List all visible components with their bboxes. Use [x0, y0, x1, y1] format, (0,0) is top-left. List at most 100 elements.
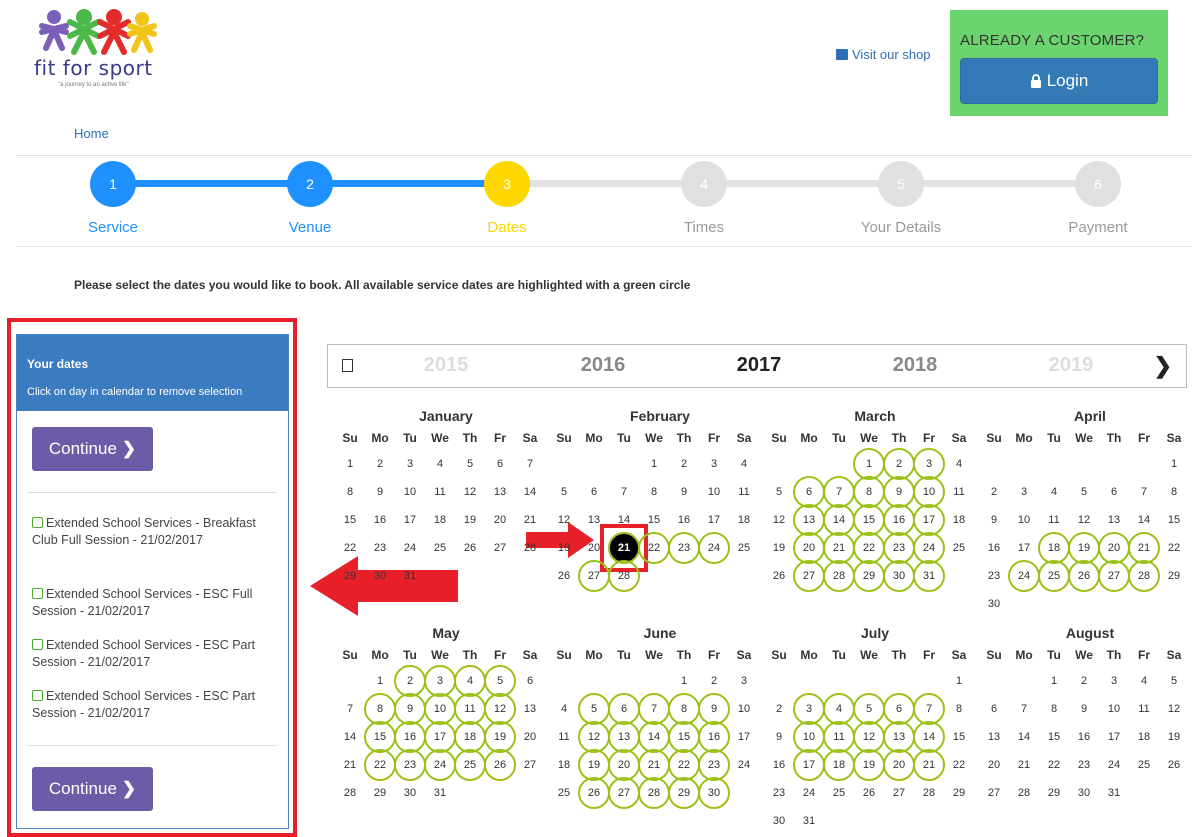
calendar-day[interactable]: 25	[1039, 562, 1069, 590]
calendar-day[interactable]: 22	[669, 751, 699, 779]
calendar-day[interactable]: 3	[914, 450, 944, 478]
calendar-day[interactable]: 28	[824, 562, 854, 590]
calendar-day[interactable]: 17	[794, 751, 824, 779]
calendar-day[interactable]: 30	[884, 562, 914, 590]
calendar-day[interactable]: 13	[794, 506, 824, 534]
calendar-day[interactable]: 18	[1039, 534, 1069, 562]
calendar-day[interactable]: 17	[425, 723, 455, 751]
calendar-day[interactable]: 21	[824, 534, 854, 562]
calendar-day[interactable]: 7	[824, 478, 854, 506]
step-1-circle[interactable]: 1	[90, 161, 136, 207]
calendar-day[interactable]: 9	[699, 695, 729, 723]
calendar-day[interactable]: 23	[884, 534, 914, 562]
calendar-day[interactable]: 22	[365, 751, 395, 779]
calendar-day[interactable]: 26	[1069, 562, 1099, 590]
calendar-day[interactable]: 14	[824, 506, 854, 534]
calendar-day[interactable]: 19	[1069, 534, 1099, 562]
chevron-right-icon[interactable]: ❯	[1154, 353, 1172, 379]
year-2015[interactable]: 2015	[406, 354, 486, 377]
calendar-day[interactable]: 6	[794, 478, 824, 506]
calendar-day[interactable]: 26	[579, 779, 609, 807]
year-2017[interactable]: 2017	[719, 354, 799, 377]
calendar-day[interactable]: 31	[914, 562, 944, 590]
calendar-day[interactable]: 14	[914, 723, 944, 751]
calendar-day[interactable]: 24	[699, 534, 729, 562]
calendar-day[interactable]: 9	[884, 478, 914, 506]
calendar-day[interactable]: 14	[639, 723, 669, 751]
calendar-day[interactable]: 5	[854, 695, 884, 723]
calendar-day[interactable]: 20	[609, 751, 639, 779]
calendar-day[interactable]: 26	[485, 751, 515, 779]
login-button[interactable]: Login	[960, 58, 1158, 104]
calendar-day[interactable]: 7	[639, 695, 669, 723]
calendar-day[interactable]: 15	[669, 723, 699, 751]
calendar-day[interactable]: 22	[639, 534, 669, 562]
calendar-day[interactable]: 23	[699, 751, 729, 779]
calendar-day[interactable]: 27	[1099, 562, 1129, 590]
calendar-day[interactable]: 22	[854, 534, 884, 562]
calendar-day[interactable]: 10	[425, 695, 455, 723]
visit-shop-link[interactable]: Visit our shop	[836, 47, 931, 62]
calendar-day[interactable]: 24	[1009, 562, 1039, 590]
calendar-day[interactable]: 21	[1129, 534, 1159, 562]
breadcrumb-home[interactable]: Home	[74, 126, 109, 141]
calendar-day[interactable]: 11	[824, 723, 854, 751]
calendar-day[interactable]: 11	[455, 695, 485, 723]
calendar-day[interactable]: 2	[884, 450, 914, 478]
calendar-day[interactable]: 27	[609, 779, 639, 807]
calendar-day[interactable]: 19	[579, 751, 609, 779]
calendar-day[interactable]: 12	[854, 723, 884, 751]
calendar-day[interactable]: 30	[699, 779, 729, 807]
calendar-day[interactable]: 15	[365, 723, 395, 751]
calendar-day[interactable]: 27	[794, 562, 824, 590]
calendar-day[interactable]: 8	[669, 695, 699, 723]
calendar-day[interactable]: 6	[609, 695, 639, 723]
calendar-day[interactable]: 5	[579, 695, 609, 723]
year-2016[interactable]: 2016	[563, 354, 643, 377]
calendar-day[interactable]: 10	[914, 478, 944, 506]
year-2019[interactable]: 2019	[1031, 354, 1111, 377]
calendar-day[interactable]: 23	[395, 751, 425, 779]
calendar-day[interactable]: 25	[455, 751, 485, 779]
calendar-day[interactable]: 29	[669, 779, 699, 807]
calendar-day[interactable]: 16	[395, 723, 425, 751]
calendar-day[interactable]: 3	[425, 667, 455, 695]
calendar-day[interactable]: 2	[395, 667, 425, 695]
calendar-day[interactable]: 24	[425, 751, 455, 779]
calendar-day[interactable]: 4	[824, 695, 854, 723]
calendar-day[interactable]: 12	[485, 695, 515, 723]
calendar-day[interactable]: 16	[884, 506, 914, 534]
calendar-day[interactable]: 28	[639, 779, 669, 807]
continue-button-top[interactable]: Continue ❯	[32, 427, 153, 471]
step-2-label[interactable]: Venue	[240, 219, 380, 236]
calendar-day[interactable]: 21	[914, 751, 944, 779]
calendar-day[interactable]: 5	[485, 667, 515, 695]
continue-button-bottom[interactable]: Continue ❯	[32, 767, 153, 811]
calendar-day[interactable]: 7	[914, 695, 944, 723]
calendar-day[interactable]: 8	[365, 695, 395, 723]
calendar-day[interactable]: 12	[579, 723, 609, 751]
step-1-label[interactable]: Service	[43, 219, 183, 236]
calendar-day[interactable]: 13	[609, 723, 639, 751]
brand-logo[interactable]: fit for sport "a journey to an active li…	[30, 8, 170, 93]
calendar-day[interactable]: 19	[485, 723, 515, 751]
calendar-day[interactable]: 23	[669, 534, 699, 562]
step-2-circle[interactable]: 2	[287, 161, 333, 207]
calendar-day[interactable]: 6	[884, 695, 914, 723]
calendar-day[interactable]: 1	[854, 450, 884, 478]
calendar-day[interactable]: 24	[914, 534, 944, 562]
calendar-day[interactable]: 16	[699, 723, 729, 751]
calendar-day[interactable]: 27	[579, 562, 609, 590]
calendar-day[interactable]: 28	[609, 562, 639, 590]
calendar-day[interactable]: 9	[395, 695, 425, 723]
calendar-day[interactable]: 20	[794, 534, 824, 562]
calendar-day[interactable]: 18	[455, 723, 485, 751]
square-icon[interactable]	[342, 359, 353, 372]
calendar-day[interactable]: 13	[884, 723, 914, 751]
calendar-day[interactable]: 15	[854, 506, 884, 534]
calendar-day[interactable]: 20	[1099, 534, 1129, 562]
calendar-day[interactable]: 18	[824, 751, 854, 779]
calendar-day[interactable]: 21	[639, 751, 669, 779]
calendar-day[interactable]: 8	[854, 478, 884, 506]
calendar-day[interactable]: 3	[794, 695, 824, 723]
